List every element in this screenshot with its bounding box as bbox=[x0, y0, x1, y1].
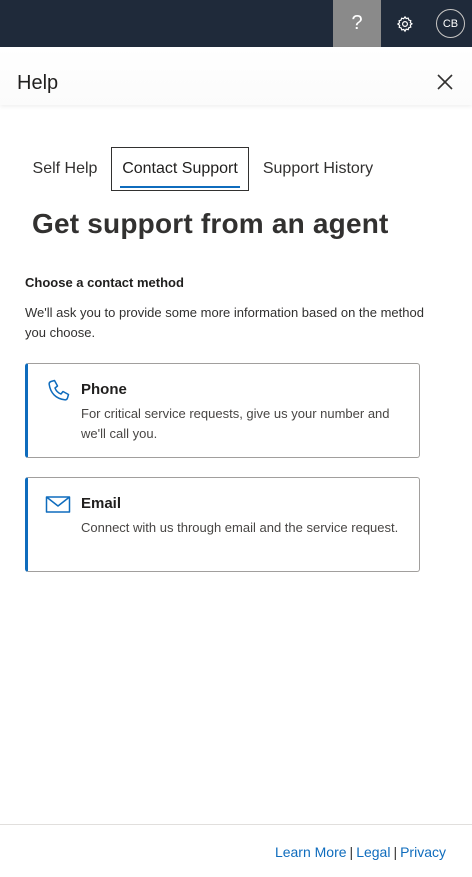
settings-button[interactable] bbox=[381, 0, 429, 47]
mail-icon bbox=[45, 496, 71, 513]
link-separator: | bbox=[393, 844, 398, 860]
top-navigation-bar: ? CB bbox=[0, 0, 472, 47]
learn-more-link[interactable]: Learn More bbox=[275, 844, 347, 860]
legal-link[interactable]: Legal bbox=[356, 844, 390, 860]
gear-icon bbox=[396, 15, 413, 32]
tab-self-help[interactable]: Self Help bbox=[22, 147, 108, 191]
page-heading: Get support from an agent bbox=[32, 208, 389, 239]
phone-contact-card[interactable]: Phone For critical service requests, giv… bbox=[25, 363, 420, 458]
close-icon[interactable] bbox=[436, 73, 454, 91]
help-button[interactable]: ? bbox=[333, 0, 381, 47]
card-title: Email bbox=[81, 495, 122, 512]
section-label: Choose a contact method bbox=[25, 275, 184, 290]
panel-title: Help bbox=[17, 72, 59, 94]
link-separator: | bbox=[349, 844, 354, 860]
privacy-link[interactable]: Privacy bbox=[400, 844, 446, 860]
question-icon: ? bbox=[351, 12, 363, 34]
email-contact-card[interactable]: Email Connect with us through email and … bbox=[25, 477, 420, 572]
section-description: We'll ask you to provide some more infor… bbox=[25, 305, 424, 340]
footer-links: Learn More | Legal | Privacy bbox=[275, 844, 446, 860]
tab-contact-support[interactable]: Contact Support bbox=[111, 147, 249, 191]
phone-icon bbox=[48, 379, 70, 401]
tab-support-history[interactable]: Support History bbox=[253, 147, 383, 191]
card-title: Phone bbox=[81, 381, 127, 398]
avatar: CB bbox=[436, 9, 465, 38]
card-description: Connect with us through email and the se… bbox=[81, 520, 399, 535]
help-panel-header: Help bbox=[0, 47, 472, 105]
account-button[interactable]: CB bbox=[429, 0, 472, 47]
panel-footer: Learn More | Legal | Privacy bbox=[0, 824, 472, 877]
card-description: For critical service requests, give us y… bbox=[81, 406, 390, 441]
